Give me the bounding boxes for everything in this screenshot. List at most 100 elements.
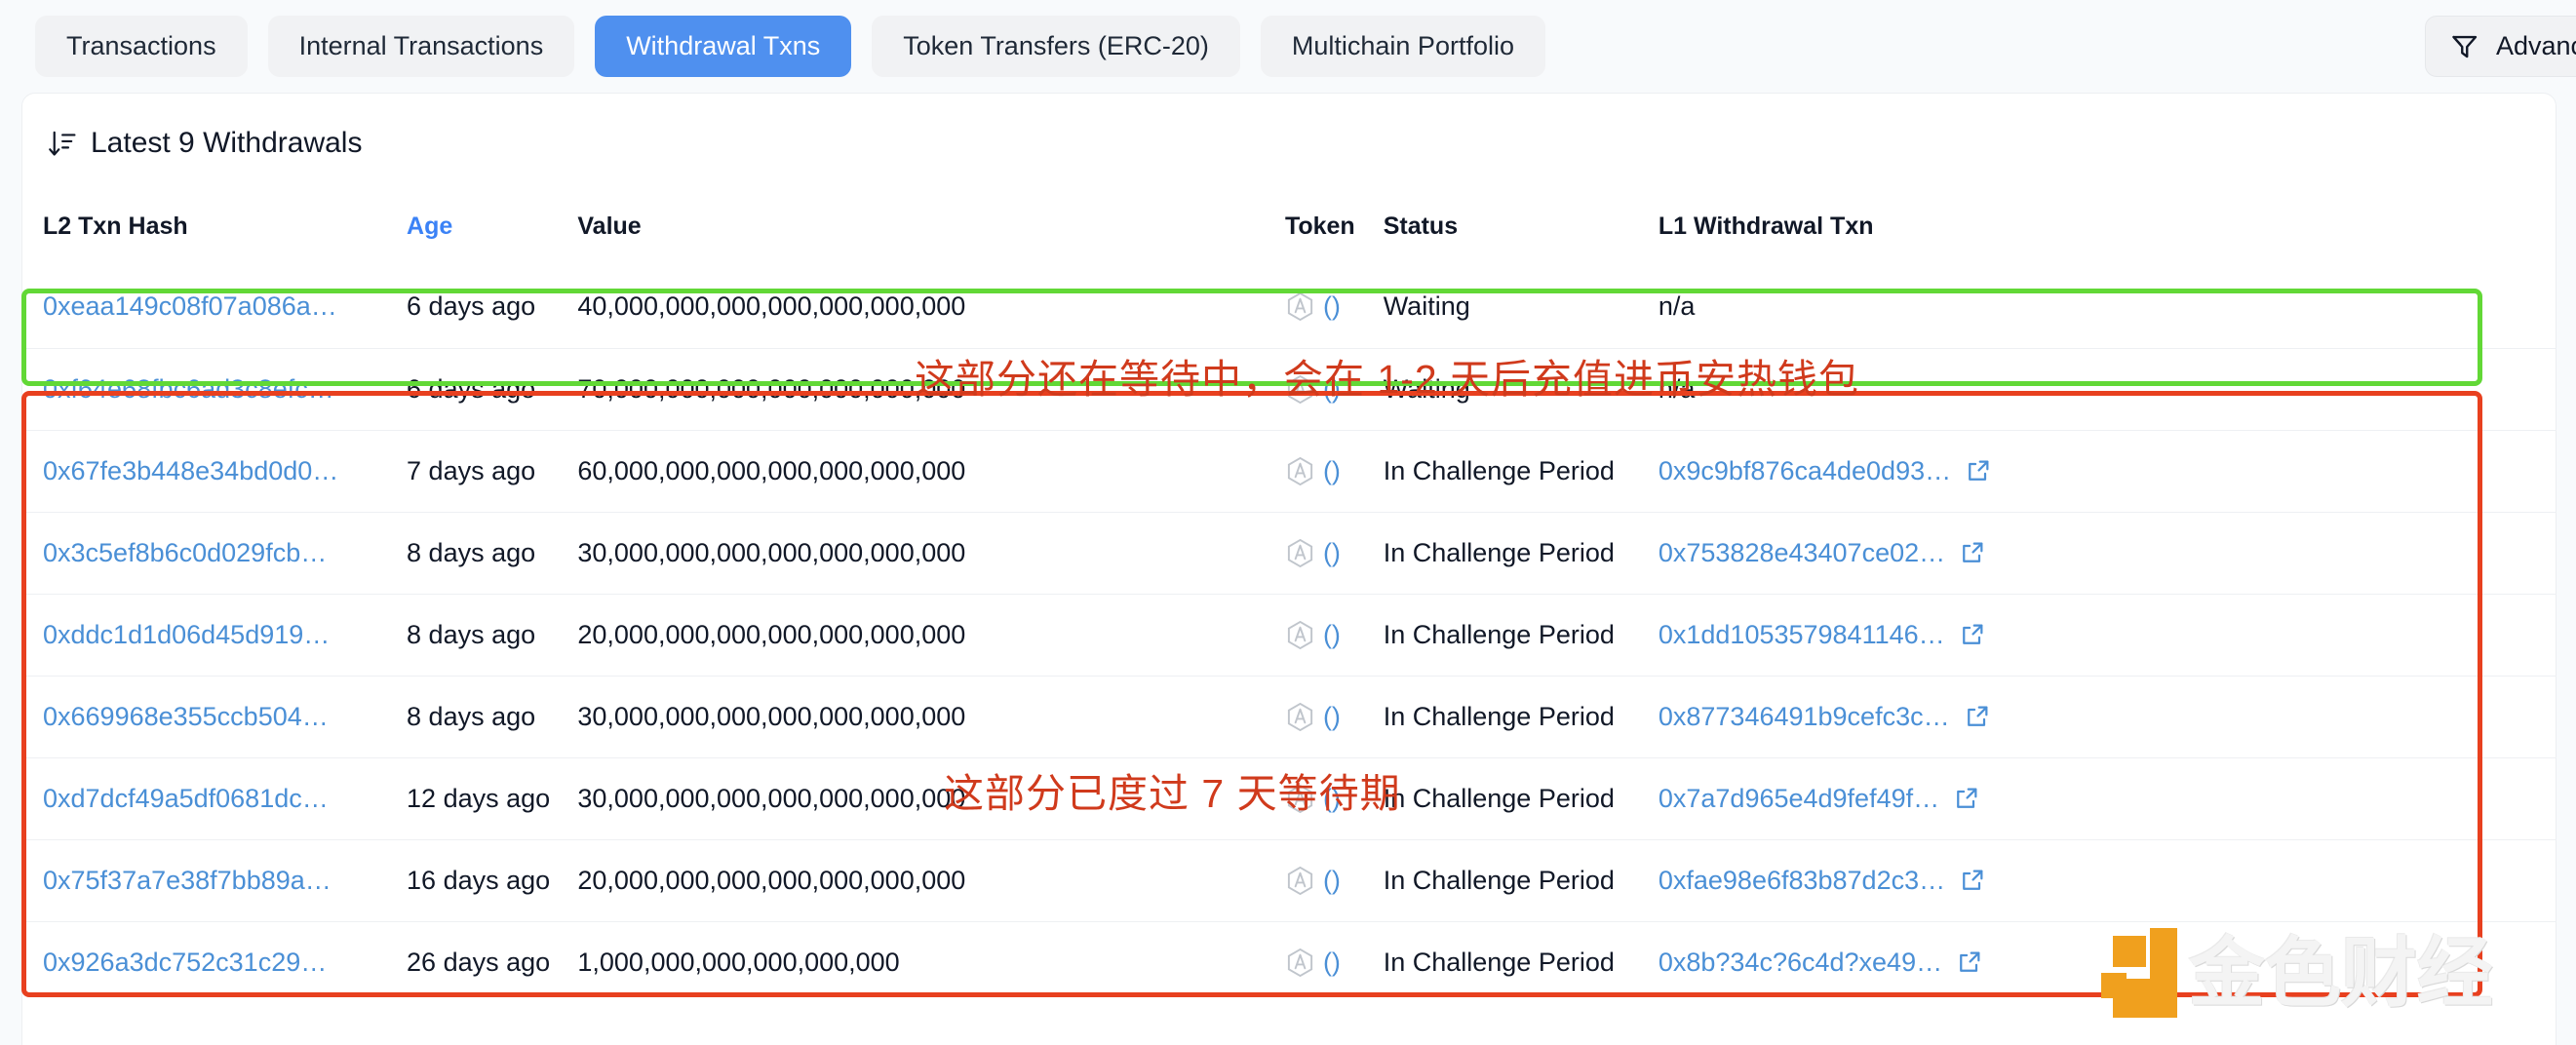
age-cell: 12 days ago	[407, 756, 578, 839]
l1-txn-hash-link[interactable]: 0x753828e43407ce02…	[1659, 538, 1945, 568]
token-cell: ()	[1284, 675, 1384, 757]
value-cell: 30,000,000,000,000,000,000,000	[577, 511, 1010, 594]
external-link-icon[interactable]	[1953, 785, 1980, 812]
token-symbol: ()	[1322, 947, 1341, 977]
table-row: 0x3c5ef8b6c0d029fcb… 8 days ago 30,000,000…	[21, 511, 2556, 594]
external-link-icon[interactable]	[1959, 867, 1986, 894]
value-cell: 1,000,000,000,000,000,000	[577, 920, 1010, 1003]
l1-withdrawal-txn-cell: 0x9c9bf876ca4de0d93…	[1658, 429, 2150, 512]
token-symbol: ()	[1322, 373, 1341, 404]
status-cell: Waiting	[1383, 347, 1659, 430]
tab-internal-transactions[interactable]: Internal Transactions	[267, 16, 575, 77]
token-cell: ()	[1284, 429, 1384, 512]
tab-withdrawal-txns[interactable]: Withdrawal Txns	[595, 16, 852, 77]
tab-multichain-portfolio[interactable]: Multichain Portfolio	[1260, 16, 1545, 77]
value-cell: 40,000,000,000,000,000,000,000	[577, 291, 966, 322]
l2-txn-hash-link[interactable]: 0x926a3dc752c31c29…	[43, 948, 327, 977]
token-logo-icon	[1287, 538, 1313, 567]
l2-txn-hash-link[interactable]: 0x67fe3b448e34bd0d0…	[43, 456, 338, 485]
status-cell: In Challenge Period	[1383, 593, 1659, 676]
l2-txn-hash-link[interactable]: 0xd7dcf49a5df0681dc…	[43, 784, 329, 813]
l1-withdrawal-txn-cell: 0x8b?34c?6c4d?xe49…	[1658, 920, 2150, 1003]
token-symbol: ()	[1322, 537, 1341, 567]
table-body: 0xeaa149c08f07a086a… 6 days ago 40,000,000…	[21, 266, 2556, 1003]
l2-txn-hash-link[interactable]: 0x669968e355ccb504…	[43, 702, 329, 731]
l1-txn-na: n/a	[1658, 373, 1696, 404]
external-link-icon[interactable]	[1956, 948, 1983, 976]
status-cell: In Challenge Period	[1383, 511, 1659, 594]
age-cell: 7 days ago	[407, 429, 578, 512]
token-logo-icon	[1287, 702, 1313, 731]
external-link-icon[interactable]	[1959, 621, 1986, 648]
l1-txn-hash-link[interactable]: 0x9c9bf876ca4de0d93…	[1659, 456, 1951, 486]
token-cell: ()	[1285, 266, 1384, 348]
l1-txn-hash-link[interactable]: 0x7a7d965e4d9fef49f…	[1659, 784, 1939, 814]
tail-cell	[2149, 593, 2556, 676]
table-row: 0x75f37a7e38f7bb89a… 16 days ago 20,000,00…	[21, 838, 2556, 921]
sort-descending-icon[interactable]	[47, 129, 77, 159]
col-header-l1-withdrawal-txn: L1 Withdrawal Txn	[1658, 213, 1874, 240]
external-link-icon[interactable]	[1964, 703, 1991, 730]
col-header-tail	[2150, 213, 2556, 266]
l2-txn-hash-link[interactable]: 0xf64e68fbc6ad3c8efc…	[43, 374, 334, 404]
tail-cell	[2150, 266, 2556, 348]
table-row: 0xeaa149c08f07a086a… 6 days ago 40,000,000…	[21, 266, 2556, 348]
token-logo-icon	[1287, 292, 1313, 322]
token-logo-icon	[1287, 374, 1313, 404]
table-row: 0xddc1d1d06d45d919… 8 days ago 20,000,000,…	[21, 593, 2556, 676]
value-cell: 30,000,000,000,000,000,000,000	[577, 675, 1010, 757]
tab-transactions[interactable]: Transactions	[35, 16, 248, 77]
card-title-text: Latest 9 Withdrawals	[91, 127, 363, 159]
l1-txn-hash-link[interactable]: 0x1dd1053579841146…	[1659, 620, 1945, 650]
col-header-l2-txn-hash: L2 Txn Hash	[43, 213, 188, 240]
token-symbol: ()	[1322, 783, 1341, 813]
token-symbol: ()	[1322, 865, 1341, 895]
l1-withdrawal-txn-cell: 0x877346491b9cefc3c…	[1658, 675, 2150, 757]
token-symbol: ()	[1322, 701, 1341, 731]
filter-icon	[2452, 35, 2478, 58]
token-cell: ()	[1284, 838, 1384, 921]
token-symbol: ()	[1322, 291, 1341, 322]
spacer-cell	[1009, 756, 1285, 839]
age-cell: 8 days ago	[407, 675, 578, 757]
l2-txn-hash-link[interactable]: 0x3c5ef8b6c0d029fcb…	[43, 538, 327, 567]
age-cell: 8 days ago	[407, 511, 578, 594]
spacer-cell	[1009, 920, 1285, 1003]
l1-txn-hash-link[interactable]: 0xfae98e6f83b87d2c3…	[1659, 866, 1945, 896]
external-link-icon[interactable]	[1965, 457, 1992, 484]
token-logo-icon	[1287, 948, 1313, 977]
token-cell: ()	[1284, 920, 1384, 1003]
withdrawals-table: L2 Txn Hash Age Value Token Status L1 Wi…	[21, 213, 2556, 1003]
token-symbol: ()	[1322, 619, 1341, 649]
tail-cell	[2149, 838, 2556, 921]
l2-txn-hash-link[interactable]: 0xeaa149c08f07a086a…	[43, 291, 337, 321]
l2-txn-hash-link[interactable]: 0x75f37a7e38f7bb89a…	[43, 866, 332, 895]
spacer-cell	[1009, 429, 1285, 512]
status-cell: In Challenge Period	[1383, 838, 1659, 921]
l2-txn-hash-link[interactable]: 0xddc1d1d06d45d919…	[43, 620, 330, 649]
l1-txn-hash-link[interactable]: 0x8b?34c?6c4d?xe49…	[1659, 948, 1942, 978]
table-header-row: L2 Txn Hash Age Value Token Status L1 Wi…	[21, 213, 2556, 266]
status-cell: In Challenge Period	[1383, 920, 1659, 1003]
external-link-icon[interactable]	[1959, 539, 1986, 566]
token-logo-icon	[1287, 866, 1313, 895]
l1-withdrawal-txn-cell: n/a	[1659, 266, 2150, 348]
spacer-cell	[1009, 675, 1285, 757]
advanced-filter-button[interactable]: Advanced	[2425, 16, 2576, 77]
tab-bar: Transactions Internal Transactions Withd…	[0, 0, 2576, 93]
spacer-cell	[1009, 347, 1285, 430]
token-logo-icon	[1287, 456, 1313, 485]
col-header-status: Status	[1383, 213, 1459, 240]
tail-cell	[2149, 347, 2556, 430]
col-header-value: Value	[577, 213, 642, 240]
col-header-age[interactable]: Age	[407, 213, 577, 266]
token-cell: ()	[1284, 756, 1384, 839]
age-cell: 6 days ago	[407, 347, 578, 430]
l1-withdrawal-txn-cell: n/a	[1658, 347, 2150, 430]
spacer-cell	[1009, 838, 1285, 921]
table-row: 0x669968e355ccb504… 8 days ago 30,000,000,…	[21, 675, 2556, 757]
token-logo-icon	[1287, 784, 1313, 813]
tab-token-transfers[interactable]: Token Transfers (ERC-20)	[872, 16, 1240, 77]
token-logo-icon	[1287, 620, 1313, 649]
l1-txn-hash-link[interactable]: 0x877346491b9cefc3c…	[1659, 702, 1950, 732]
